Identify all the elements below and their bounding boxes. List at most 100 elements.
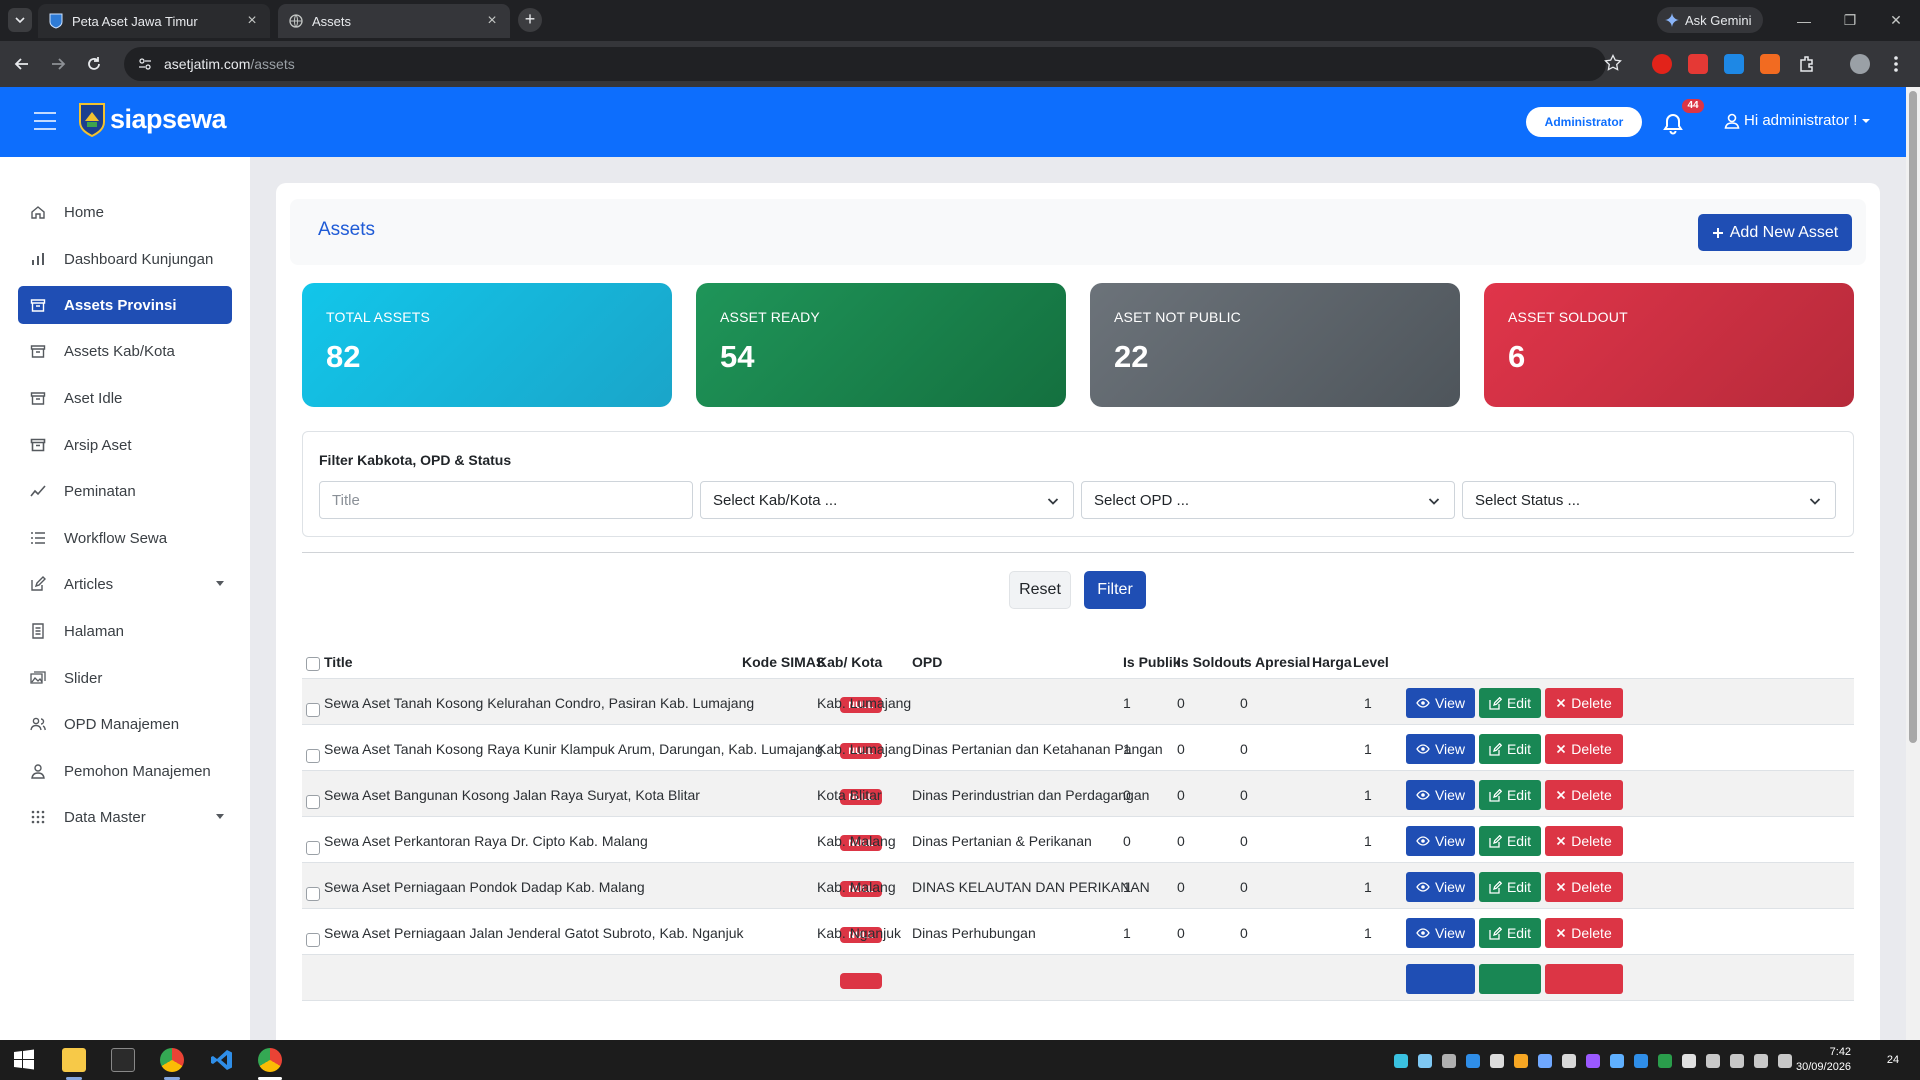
tray-icon[interactable] [1442,1054,1456,1068]
close-icon[interactable]: × [244,13,260,29]
address-bar[interactable]: asetjatim.com/assets [124,47,1606,81]
reload-button[interactable] [82,52,106,76]
edit-button[interactable]: Edit [1479,872,1541,902]
ask-gemini-button[interactable]: Ask Gemini [1657,7,1764,33]
bluetooth-icon[interactable] [1634,1054,1648,1068]
volume-icon[interactable] [1754,1054,1768,1068]
sidebar-item-workflow-sewa[interactable]: Workflow Sewa [18,519,232,557]
tray-icon[interactable] [1394,1054,1408,1068]
page-scrollbar[interactable] [1906,87,1920,1040]
kabkota-select[interactable]: Select Kab/Kota ... [700,481,1074,519]
view-button[interactable] [1406,964,1475,994]
column-header-kode-simas[interactable]: Kode SIMAS [742,654,825,670]
delete-button[interactable]: Delete [1545,872,1623,902]
add-new-asset-button[interactable]: Add New Asset [1698,214,1852,251]
opd-select[interactable]: Select OPD ... [1081,481,1455,519]
row-checkbox[interactable] [306,841,320,855]
tray-icon[interactable] [1466,1054,1480,1068]
column-header-harga[interactable]: Harga [1312,654,1352,670]
view-button[interactable]: View [1406,918,1475,948]
row-checkbox[interactable] [306,749,320,763]
row-checkbox[interactable] [306,703,320,717]
select-all-checkbox[interactable] [306,657,320,671]
view-button[interactable]: View [1406,826,1475,856]
back-button[interactable] [10,52,34,76]
status-select[interactable]: Select Status ... [1462,481,1836,519]
close-icon[interactable]: × [484,13,500,29]
edit-button[interactable] [1479,964,1541,994]
tray-icon[interactable] [1586,1054,1600,1068]
edit-button[interactable]: Edit [1479,826,1541,856]
row-checkbox[interactable] [306,887,320,901]
column-header-kabkota[interactable]: Kab/ Kota [817,654,882,670]
delete-button[interactable]: Delete [1545,918,1623,948]
tray-icon[interactable] [1418,1054,1432,1068]
delete-button[interactable]: Delete [1545,734,1623,764]
sidebar-item-opd-manajemen[interactable]: OPD Manajemen [18,705,232,743]
extension-red-icon[interactable] [1652,54,1672,74]
browser-tab-peta-aset[interactable]: Peta Aset Jawa Timur × [38,4,270,38]
sidebar-item-dashboard-kunjungan[interactable]: Dashboard Kunjungan [18,240,232,278]
tray-icon[interactable] [1490,1054,1504,1068]
tray-icon[interactable] [1538,1054,1552,1068]
terminal-icon[interactable] [111,1048,135,1072]
vscode-icon[interactable] [210,1048,234,1072]
notification-center-button[interactable]: 24 [1880,1048,1906,1072]
column-header-title[interactable]: Title [324,654,353,670]
windows-start-icon[interactable] [12,1048,36,1072]
scrollbar-thumb[interactable] [1909,91,1917,743]
tray-icon[interactable] [1682,1054,1696,1068]
view-button[interactable]: View [1406,734,1475,764]
tray-icon[interactable] [1706,1054,1720,1068]
edit-button[interactable]: Edit [1479,780,1541,810]
delete-button[interactable]: Delete [1545,780,1623,810]
reset-button[interactable]: Reset [1009,571,1071,609]
tray-icon[interactable] [1658,1054,1672,1068]
sidebar-item-articles[interactable]: Articles [18,565,232,603]
sidebar-item-assets-kabkota[interactable]: Assets Kab/Kota [18,332,232,370]
bell-icon[interactable] [1662,113,1684,135]
restore-button[interactable]: ❐ [1827,0,1873,41]
sidebar-item-data-master[interactable]: Data Master [18,798,232,836]
delete-button[interactable] [1545,964,1623,994]
sidebar-item-pemohon-manajemen[interactable]: Pemohon Manajemen [18,752,232,790]
tray-icon[interactable] [1562,1054,1576,1068]
logo[interactable]: siapsewa [78,101,227,137]
file-explorer-icon[interactable] [62,1048,86,1072]
new-tab-button[interactable]: + [518,8,542,32]
browser-tab-assets[interactable]: Assets × [278,4,510,38]
row-checkbox[interactable] [306,933,320,947]
hamburger-menu-icon[interactable] [34,112,56,130]
battery-icon[interactable] [1778,1054,1792,1068]
column-header-is-soldout[interactable]: Is Soldout [1177,654,1245,670]
forward-button[interactable] [46,52,70,76]
profile-avatar-icon[interactable] [1850,54,1870,74]
minimize-button[interactable]: — [1781,0,1827,41]
delete-button[interactable]: Delete [1545,688,1623,718]
tray-icon[interactable] [1514,1054,1528,1068]
extension-orange-icon[interactable] [1760,54,1780,74]
filter-button[interactable]: Filter [1084,571,1146,609]
chrome-icon[interactable] [160,1048,184,1072]
view-button[interactable]: View [1406,688,1475,718]
view-button[interactable]: View [1406,872,1475,902]
close-window-button[interactable]: ✕ [1873,0,1919,41]
extension-youtube-icon[interactable] [1688,54,1708,74]
edit-button[interactable]: Edit [1479,734,1541,764]
sidebar-item-aset-idle[interactable]: Aset Idle [18,379,232,417]
sidebar-item-halaman[interactable]: Halaman [18,612,232,650]
sidebar-item-assets-provinsi[interactable]: Assets Provinsi [18,286,232,324]
kebab-menu-icon[interactable] [1893,55,1899,73]
column-header-level[interactable]: Level [1353,654,1389,670]
tray-icon[interactable] [1610,1054,1624,1068]
delete-button[interactable]: Delete [1545,826,1623,856]
row-checkbox[interactable] [306,795,320,809]
sidebar-item-home[interactable]: Home [18,193,232,231]
site-info-icon[interactable] [134,53,156,75]
column-header-is-publik[interactable]: Is Publik [1123,654,1181,670]
edit-button[interactable]: Edit [1479,688,1541,718]
edit-button[interactable]: Edit [1479,918,1541,948]
title-input[interactable]: Title [319,481,693,519]
column-header-is-apresial[interactable]: Is Apresial [1240,654,1310,670]
tab-search-button[interactable] [8,8,32,32]
